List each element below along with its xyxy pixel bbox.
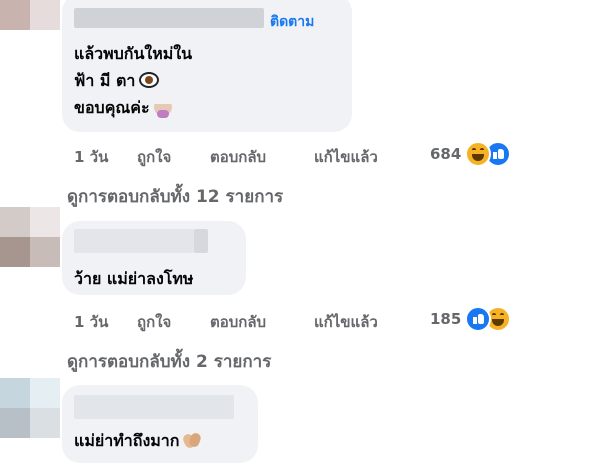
author-name-blurred-part bbox=[194, 229, 208, 253]
comment-bubble: แม่ย่าทำถึงมาก bbox=[62, 385, 258, 463]
avatar[interactable] bbox=[0, 0, 60, 30]
avatar[interactable] bbox=[0, 207, 60, 267]
comment-bubble: ติดตาม แล้วพบกันใหม่ใน ฟ้า มี ตา ขอบคุณค… bbox=[62, 0, 352, 132]
avatar[interactable] bbox=[0, 378, 60, 438]
edited-label[interactable]: แก้ไขแล้ว bbox=[314, 310, 378, 334]
reply-button[interactable]: ตอบกลับ bbox=[210, 310, 266, 334]
like-button[interactable]: ถูกใจ bbox=[137, 145, 171, 169]
reaction-count: 185 bbox=[430, 310, 462, 328]
timestamp[interactable]: 1 วัน bbox=[74, 310, 108, 334]
reactions-summary[interactable]: 185 bbox=[430, 306, 512, 332]
follow-button[interactable]: ติดตาม bbox=[270, 11, 314, 33]
like-button[interactable]: ถูกใจ bbox=[137, 310, 171, 334]
reaction-count: 684 bbox=[430, 145, 462, 163]
like-reaction-icon bbox=[465, 306, 492, 332]
clapping-hands-emoji bbox=[181, 431, 203, 450]
person-tipping-hand-emoji bbox=[153, 96, 172, 118]
reply-button[interactable]: ตอบกลับ bbox=[210, 145, 266, 169]
eye-emoji bbox=[139, 72, 160, 88]
edited-label[interactable]: แก้ไขแล้ว bbox=[314, 145, 378, 169]
view-replies-link[interactable]: ดูการตอบกลับทั้ง 12 รายการ bbox=[67, 183, 283, 210]
author-name-blurred[interactable] bbox=[74, 395, 234, 419]
comment-text-line: แม่ย่าทำถึงมาก bbox=[74, 429, 203, 454]
haha-reaction-icon bbox=[465, 141, 492, 167]
comment-text-line: ฟ้า มี ตา bbox=[74, 69, 160, 94]
timestamp[interactable]: 1 วัน bbox=[74, 145, 108, 169]
author-name-blurred[interactable] bbox=[74, 229, 194, 253]
comment-text-line: ว้าย แม่ย่าลงโทษ bbox=[74, 269, 194, 288]
reactions-summary[interactable]: 684 bbox=[430, 141, 512, 167]
comment-text-line: ขอบคุณค่ะ bbox=[74, 96, 172, 121]
author-name-blurred[interactable] bbox=[74, 8, 264, 28]
view-replies-link[interactable]: ดูการตอบกลับทั้ง 2 รายการ bbox=[67, 348, 271, 375]
comment-bubble: ว้าย แม่ย่าลงโทษ bbox=[62, 221, 246, 295]
comment-text-line: แล้วพบกันใหม่ใน bbox=[74, 44, 193, 63]
